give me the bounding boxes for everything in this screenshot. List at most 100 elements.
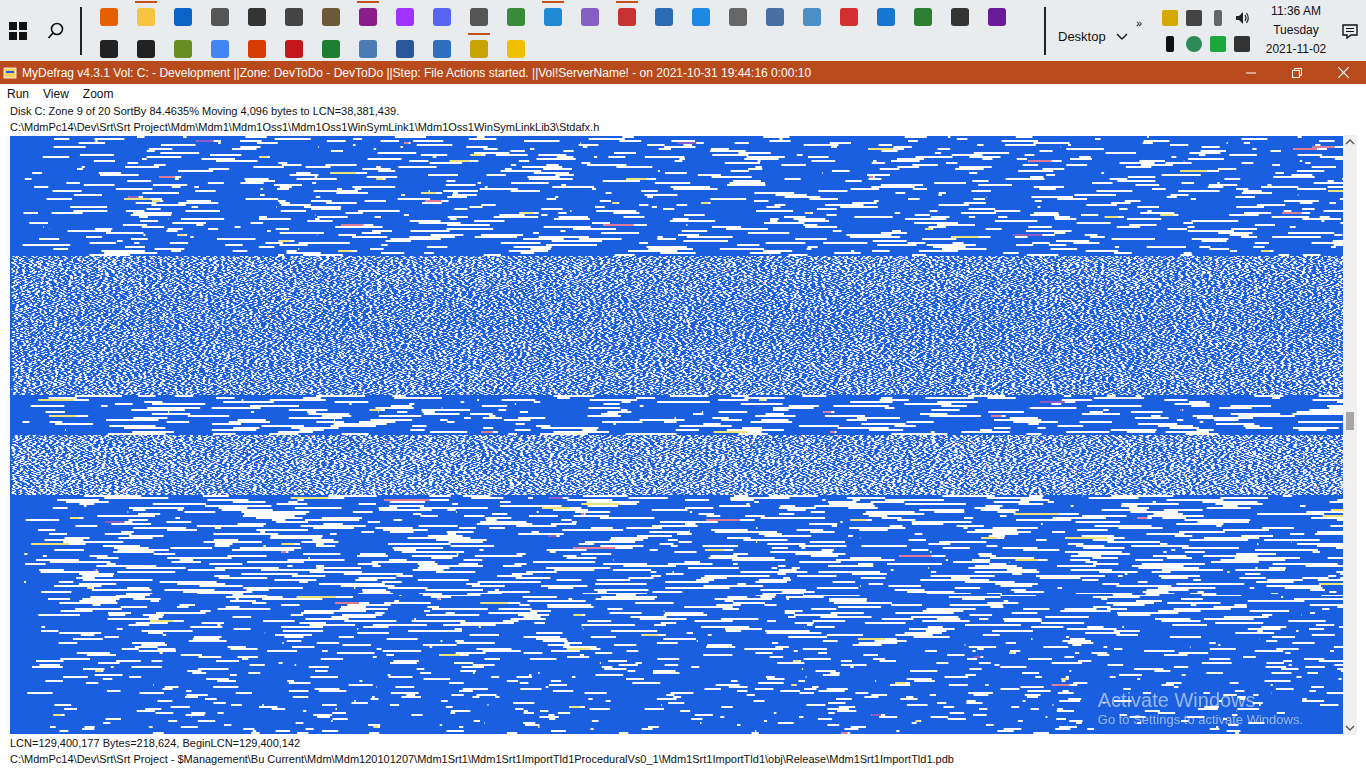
- running-indicator: [727, 1, 749, 3]
- app-icon: [285, 40, 303, 58]
- app-button[interactable]: [201, 1, 238, 29]
- app-icon: [359, 40, 377, 58]
- app-icon: [803, 8, 821, 26]
- restore-button[interactable]: [1274, 61, 1320, 84]
- app-icon: [988, 8, 1006, 26]
- scroll-up-icon[interactable]: [1343, 135, 1357, 149]
- app-button[interactable]: [312, 1, 349, 29]
- app-button[interactable]: [386, 1, 423, 29]
- start-button[interactable]: [0, 22, 36, 40]
- app-row: [90, 33, 1040, 61]
- desktop-toolbar[interactable]: » Desktop: [1054, 17, 1158, 44]
- app-button[interactable]: [201, 33, 238, 61]
- app-button[interactable]: [275, 33, 312, 61]
- running-indicator: [431, 1, 453, 3]
- app-button[interactable]: [90, 1, 127, 29]
- app-button[interactable]: [756, 1, 793, 29]
- battery-icon[interactable]: [1214, 10, 1222, 26]
- app-button[interactable]: [423, 1, 460, 29]
- running-indicator: [949, 1, 971, 3]
- app-button[interactable]: [164, 1, 201, 29]
- app-button[interactable]: [423, 33, 460, 61]
- running-indicator: [357, 1, 379, 3]
- app-icon: [507, 40, 525, 58]
- app-button[interactable]: [238, 33, 275, 61]
- status-line: Disk C: Zone 9 of 20 SortBy 84.4635% Mov…: [10, 104, 1366, 119]
- app-button[interactable]: [349, 33, 386, 61]
- app-button[interactable]: [571, 1, 608, 29]
- app-icon: [470, 8, 488, 26]
- app-button[interactable]: [238, 1, 275, 29]
- search-icon: [47, 22, 65, 40]
- tray-icon[interactable]: [1162, 10, 1178, 26]
- app-icon: [766, 8, 784, 26]
- running-indicator: [357, 33, 379, 35]
- tray-icon[interactable]: [1186, 36, 1202, 52]
- app-button[interactable]: [608, 1, 645, 29]
- app-icon: [322, 40, 340, 58]
- running-indicator: [616, 1, 638, 3]
- tray-icon[interactable]: [1186, 10, 1202, 26]
- app-button[interactable]: [275, 1, 312, 29]
- app-button[interactable]: [386, 33, 423, 61]
- footer-file: C:\MdmPc14\Dev\Srt\Srt Project - $Manage…: [10, 752, 1366, 767]
- speaker-icon[interactable]: [1234, 10, 1250, 26]
- search-button[interactable]: [36, 22, 76, 40]
- app-button[interactable]: [90, 33, 127, 61]
- network-icon[interactable]: [1234, 36, 1250, 52]
- app-button[interactable]: [867, 1, 904, 29]
- menu-item[interactable]: View: [43, 87, 69, 101]
- clock[interactable]: 11:36 AM Tuesday 2021-11-02: [1258, 2, 1334, 59]
- toolbar-label: Desktop: [1058, 29, 1106, 44]
- disk-map[interactable]: [10, 136, 1343, 734]
- app-icon: [174, 8, 192, 26]
- app-button[interactable]: [941, 1, 978, 29]
- scrollbar[interactable]: [1343, 135, 1357, 735]
- app-button[interactable]: [978, 1, 1015, 29]
- microphone-icon[interactable]: [1166, 36, 1174, 52]
- scroll-down-icon[interactable]: [1343, 721, 1357, 735]
- app-button[interactable]: [127, 1, 164, 29]
- running-indicator: [579, 1, 601, 3]
- app-button[interactable]: [719, 1, 756, 29]
- app-icon: [248, 8, 266, 26]
- app-button[interactable]: [645, 1, 682, 29]
- toolbar-overflow[interactable]: »: [1136, 17, 1158, 29]
- chevron-down-icon[interactable]: [1116, 33, 1128, 41]
- menu-item[interactable]: Run: [7, 87, 29, 101]
- menu-item[interactable]: Zoom: [83, 87, 114, 101]
- app-icon: [137, 40, 155, 58]
- running-indicator: [801, 1, 823, 3]
- app-button[interactable]: [460, 1, 497, 29]
- minimize-button[interactable]: [1228, 61, 1274, 84]
- status-area: Disk C: Zone 9 of 20 SortBy 84.4635% Mov…: [0, 103, 1366, 135]
- app-button[interactable]: [349, 1, 386, 29]
- app-icon: [100, 40, 118, 58]
- close-button[interactable]: [1320, 61, 1366, 84]
- app-button[interactable]: [904, 1, 941, 29]
- app-button[interactable]: [460, 33, 497, 61]
- clock-date: 2021-11-02: [1266, 40, 1327, 59]
- app-button[interactable]: [497, 33, 534, 61]
- app-icon: [655, 8, 673, 26]
- notification-button[interactable]: [1334, 23, 1366, 39]
- scroll-thumb[interactable]: [1346, 412, 1354, 430]
- app-icon: [433, 8, 451, 26]
- app-button[interactable]: [312, 33, 349, 61]
- taskbar-divider: [1044, 7, 1046, 55]
- app-button[interactable]: [534, 1, 571, 29]
- running-indicator: [468, 33, 490, 35]
- app-button[interactable]: [682, 1, 719, 29]
- app-button[interactable]: [164, 33, 201, 61]
- app-button[interactable]: [830, 1, 867, 29]
- tray-icon[interactable]: [1210, 36, 1226, 52]
- running-indicator: [320, 33, 342, 35]
- app-button[interactable]: [127, 33, 164, 61]
- app-button[interactable]: [793, 1, 830, 29]
- title-bar[interactable]: MyDefrag v4.3.1 Vol: C: - Development ||…: [0, 61, 1366, 84]
- scroll-track[interactable]: [1343, 149, 1357, 721]
- disk-map-area: Activate Windows Go to Settings to activ…: [0, 135, 1366, 735]
- running-indicator: [98, 1, 120, 3]
- app-button[interactable]: [497, 1, 534, 29]
- footer: LCN=129,400,177 Bytes=218,624, BeginLCN=…: [0, 735, 1366, 767]
